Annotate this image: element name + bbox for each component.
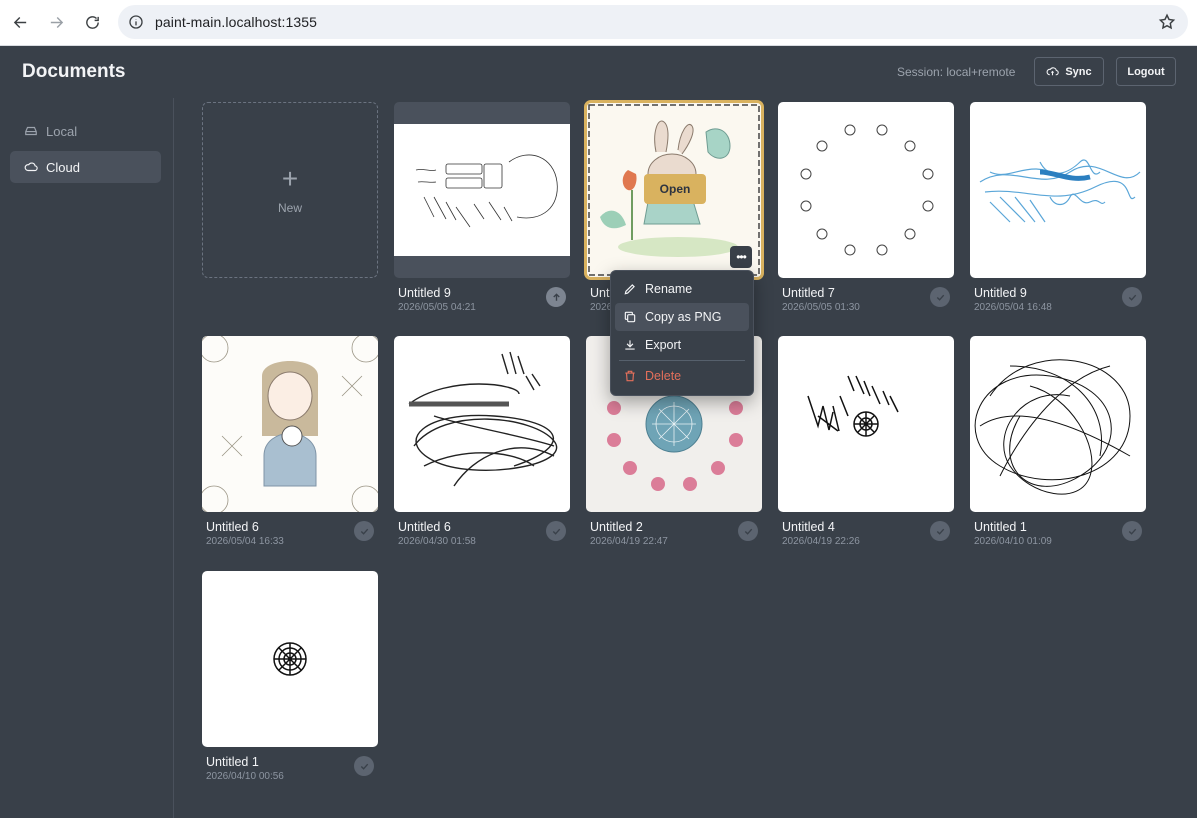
menu-item-label: Rename	[645, 282, 693, 296]
synced-check-icon	[1122, 521, 1142, 541]
url-text[interactable]: paint-main.localhost:1355	[155, 14, 317, 30]
document-date: 2026/04/10 01:09	[974, 536, 1052, 547]
synced-check-icon	[354, 756, 374, 776]
synced-check-icon	[930, 287, 950, 307]
sync-button[interactable]: Sync	[1034, 57, 1104, 86]
sidebar-item-cloud[interactable]: Cloud	[10, 151, 161, 183]
pencil-icon	[624, 284, 635, 295]
reload-icon[interactable]	[80, 10, 104, 34]
document-title[interactable]: Untitled 4	[782, 520, 835, 534]
sidebar-item-local[interactable]: Local	[10, 115, 161, 147]
copy-as-png-menu-item[interactable]: Copy as PNG	[615, 303, 749, 331]
copy-icon	[624, 311, 636, 323]
upload-pending-icon	[546, 287, 566, 307]
document-thumbnail[interactable]	[970, 102, 1146, 278]
document-card[interactable]: Untitled 9 2026/05/04 16:48	[970, 102, 1146, 313]
document-date: 2026/04/10 00:56	[206, 771, 284, 782]
document-title[interactable]: Untitled 9	[398, 286, 451, 300]
document-title[interactable]: Untitled 7	[782, 286, 835, 300]
document-thumbnail[interactable]	[778, 102, 954, 278]
document-thumbnail[interactable]	[202, 571, 378, 747]
trash-icon	[625, 370, 635, 382]
document-title[interactable]: Untitled 6	[206, 520, 259, 534]
plus-icon: +	[281, 163, 299, 194]
document-card[interactable]: Untitled 1 2026/04/10 01:09	[970, 336, 1146, 547]
document-card[interactable]: Untitled 6 2026/04/30 01:58	[394, 336, 570, 547]
synced-check-icon	[354, 521, 374, 541]
document-thumbnail[interactable]: Open •••	[584, 100, 764, 280]
document-card[interactable]: Untitled 9 2026/05/05 04:21	[394, 102, 570, 313]
document-title[interactable]: Untitled 6	[398, 520, 451, 534]
menu-item-label: Export	[645, 338, 682, 352]
cloud-sync-icon	[1046, 67, 1060, 76]
browser-toolbar: paint-main.localhost:1355	[0, 0, 1197, 46]
document-title[interactable]: Untitled 1	[974, 520, 1027, 534]
download-icon	[625, 340, 635, 350]
document-date: 2026/05/04 16:48	[974, 302, 1052, 313]
export-menu-item[interactable]: Export	[615, 331, 749, 359]
document-date: 2026/04/30 01:58	[398, 536, 476, 547]
menu-item-label: Delete	[645, 369, 682, 383]
open-button[interactable]: Open	[644, 174, 706, 204]
document-title[interactable]: Untitled 2	[590, 520, 643, 534]
synced-check-icon	[930, 521, 950, 541]
new-document-card[interactable]: + New	[202, 102, 378, 278]
document-date: 2026/05/05 01:30	[782, 302, 860, 313]
info-icon[interactable]	[128, 14, 144, 30]
document-date: 2026/04/19 22:47	[590, 536, 668, 547]
document-card[interactable]: Untitled 7 2026/05/05 01:30	[778, 102, 954, 313]
back-arrow-icon[interactable]	[8, 10, 32, 34]
document-date: 2026/05/05 04:21	[398, 302, 476, 313]
document-title[interactable]: Untitled 1	[206, 755, 259, 769]
menu-item-label: Copy as PNG	[645, 310, 722, 324]
document-thumbnail[interactable]	[970, 336, 1146, 512]
new-label: New	[277, 201, 302, 215]
synced-check-icon	[546, 521, 566, 541]
document-thumbnail[interactable]	[394, 336, 570, 512]
forward-arrow-icon[interactable]	[44, 10, 68, 34]
document-thumbnail[interactable]	[778, 336, 954, 512]
document-card[interactable]: Untitled 1 2026/04/10 00:56	[202, 571, 378, 782]
sidebar-divider	[173, 98, 174, 818]
cloud-icon	[24, 162, 38, 172]
document-date: 2026/05/04 16:33	[206, 536, 284, 547]
address-bar[interactable]: paint-main.localhost:1355	[118, 5, 1188, 39]
sidebar-item-label: Cloud	[46, 159, 80, 175]
page-title: Documents	[22, 61, 126, 82]
document-thumbnail[interactable]	[394, 102, 570, 278]
rename-menu-item[interactable]: Rename	[615, 275, 749, 303]
menu-separator	[619, 360, 745, 361]
bookmark-star-icon[interactable]	[1158, 13, 1176, 31]
document-date: 2026/04/19 22:26	[782, 536, 860, 547]
session-status: Session: local+remote	[897, 65, 1016, 79]
sync-label: Sync	[1065, 65, 1092, 78]
document-title[interactable]: Untitled 9	[974, 286, 1027, 300]
more-options-icon[interactable]: •••	[730, 246, 752, 268]
drive-icon	[25, 126, 37, 136]
document-card[interactable]: Untitled 6 2026/05/04 16:33	[202, 336, 378, 547]
synced-check-icon	[738, 521, 758, 541]
sidebar-item-label: Local	[46, 123, 78, 139]
synced-check-icon	[1122, 287, 1142, 307]
document-thumbnail[interactable]	[202, 336, 378, 512]
context-menu: Rename Copy as PNG Export Delete	[610, 270, 754, 396]
logout-button[interactable]: Logout	[1116, 57, 1176, 86]
document-card-selected[interactable]: Open ••• Untitled 8 2026/05/05 02:10	[584, 100, 764, 313]
document-card[interactable]: Untitled 4 2026/04/19 22:26	[778, 336, 954, 547]
delete-menu-item[interactable]: Delete	[615, 362, 749, 390]
